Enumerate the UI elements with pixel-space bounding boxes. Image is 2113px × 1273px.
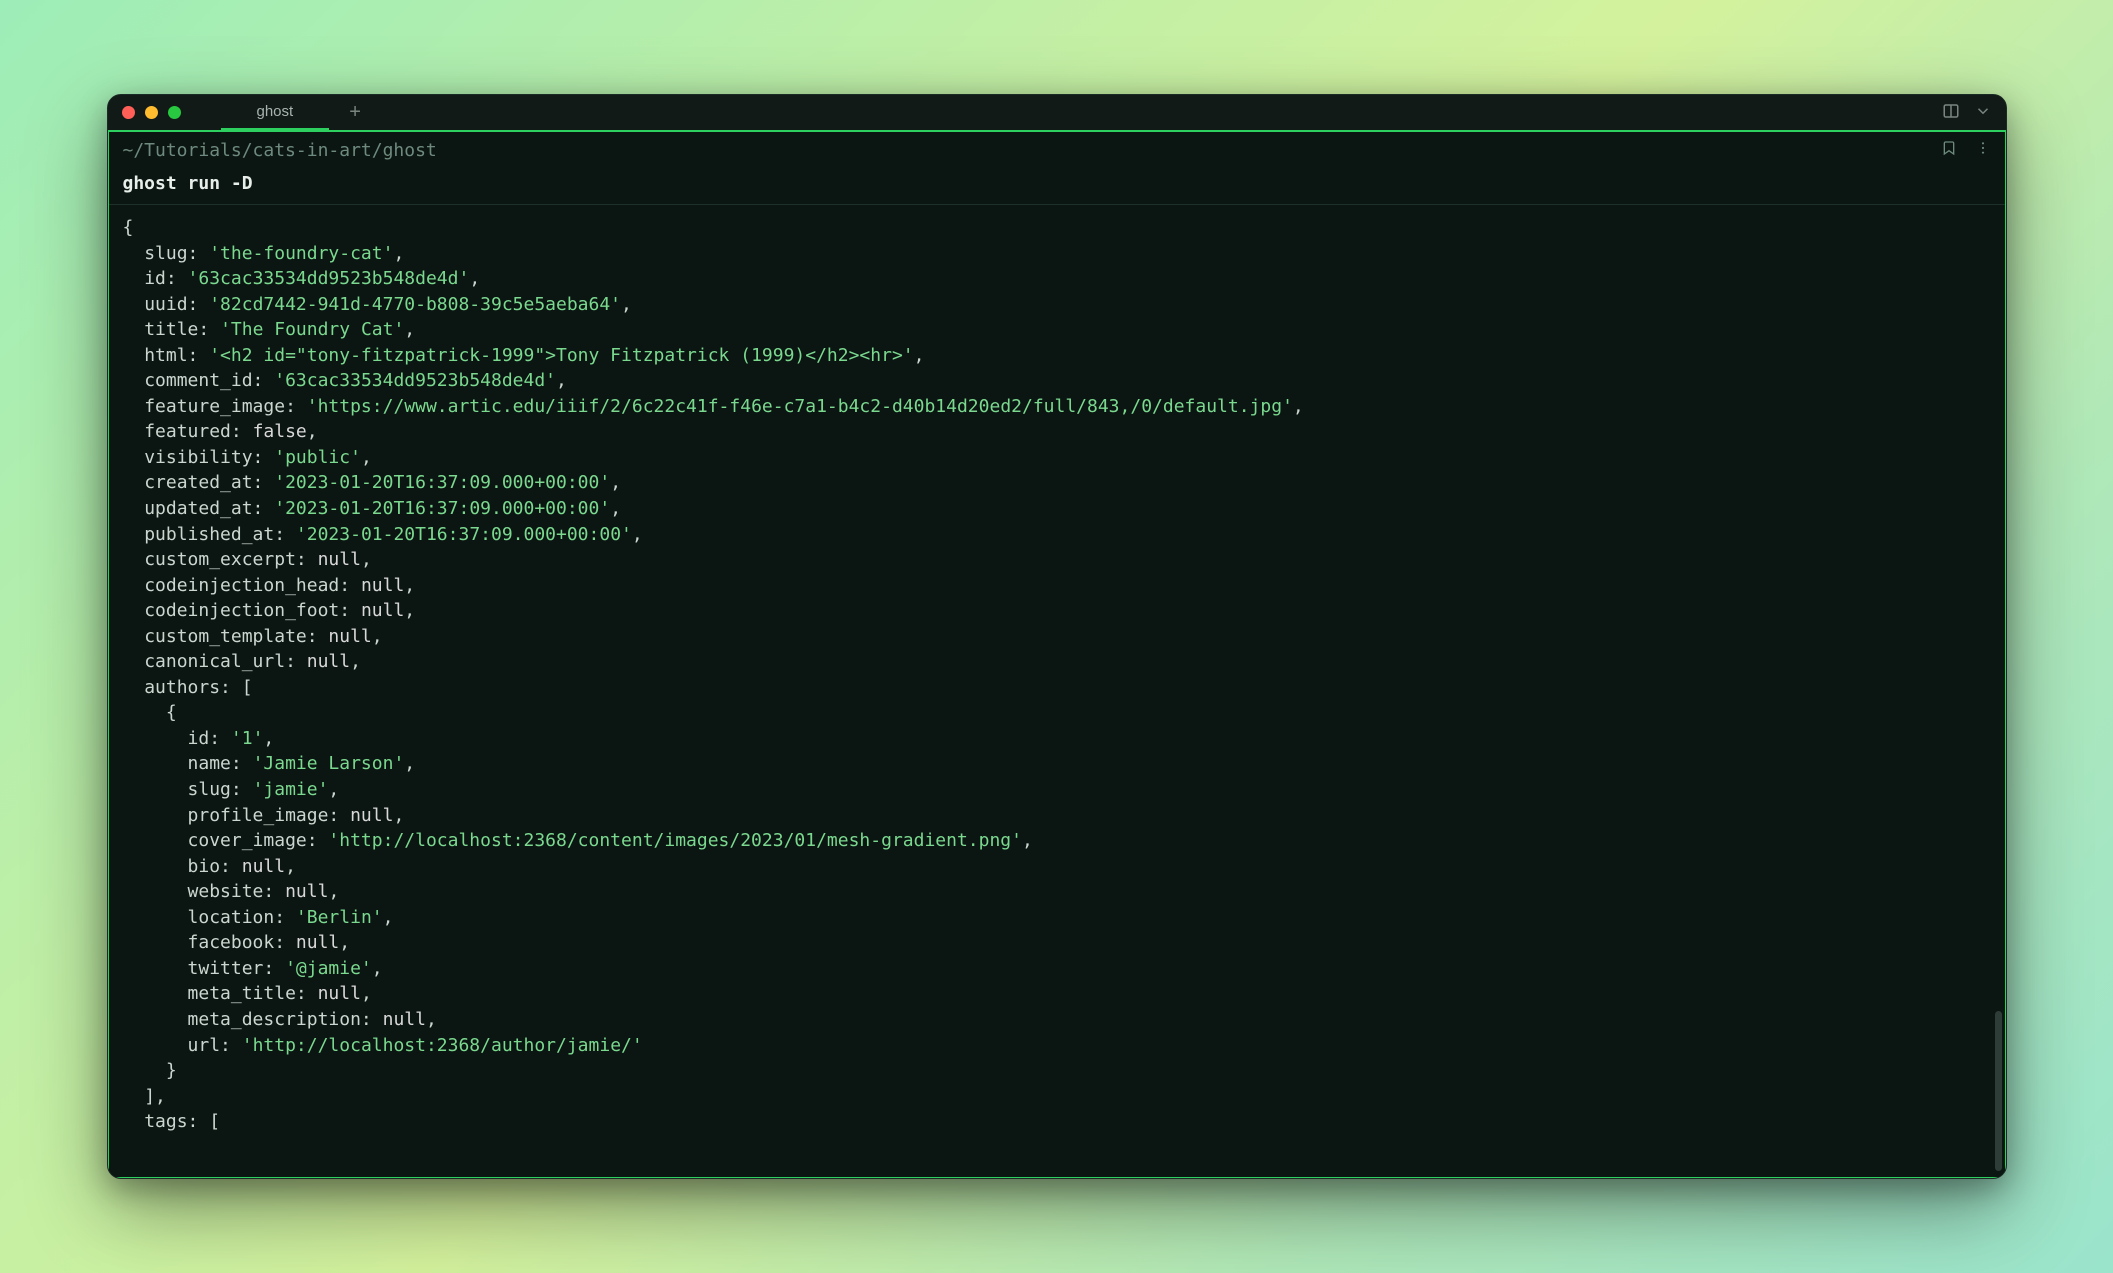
val-comment-id: '63cac33534dd9523b548de4d' [274, 370, 556, 391]
val-slug: 'the-foundry-cat' [209, 243, 393, 264]
key-facebook: facebook: [188, 932, 286, 953]
key-codeinjection-head: codeinjection_head: [144, 575, 350, 596]
val-feature-image: 'https://www.artic.edu/iiif/2/6c22c41f-f… [307, 396, 1293, 417]
key-author-name: name: [188, 753, 242, 774]
val-updated-at: '2023-01-20T16:37:09.000+00:00' [274, 498, 610, 519]
val-uuid: '82cd7442-941d-4770-b808-39c5e5aeba64' [209, 294, 621, 315]
key-title: title: [144, 319, 209, 340]
key-authors: authors: [ [144, 677, 252, 698]
val-id: '63cac33534dd9523b548de4d' [188, 268, 470, 289]
brace: { [123, 217, 134, 238]
key-location: location: [188, 907, 286, 928]
new-tab-button[interactable]: + [329, 101, 381, 124]
minimize-window-button[interactable] [145, 106, 158, 119]
val-null: null [318, 983, 361, 1004]
key-author-url: url: [188, 1035, 231, 1056]
chevron-down-icon[interactable] [1974, 102, 1992, 124]
brace: { [166, 702, 177, 723]
val-location: 'Berlin' [296, 907, 383, 928]
key-slug: slug: [144, 243, 198, 264]
val-null: null [285, 881, 328, 902]
val-author-url: 'http://localhost:2368/author/jamie/' [242, 1035, 643, 1056]
key-html: html: [144, 345, 198, 366]
val-null: null [383, 1009, 426, 1030]
key-comment-id: comment_id: [144, 370, 263, 391]
window-controls [122, 106, 181, 119]
val-published-at: '2023-01-20T16:37:09.000+00:00' [296, 524, 632, 545]
cwd-bar: ~/Tutorials/cats-in-art/ghost [109, 132, 2005, 169]
panels-icon[interactable] [1942, 102, 1960, 124]
val-cover-image: 'http://localhost:2368/content/images/20… [328, 830, 1022, 851]
val-null: null [350, 805, 393, 826]
more-icon[interactable] [1975, 140, 1991, 161]
key-twitter: twitter: [188, 958, 275, 979]
titlebar-actions [1942, 102, 1992, 124]
brace: } [166, 1060, 177, 1081]
key-cover-image: cover_image: [188, 830, 318, 851]
maximize-window-button[interactable] [168, 106, 181, 119]
command-line[interactable]: ghost run -D [109, 169, 2005, 205]
key-feature-image: feature_image: [144, 396, 296, 417]
cwd-path: ~/Tutorials/cats-in-art/ghost [123, 140, 437, 161]
terminal-content: ~/Tutorials/cats-in-art/ghost ghost run … [108, 131, 2006, 1178]
key-featured: featured: [144, 421, 242, 442]
bookmark-icon[interactable] [1941, 140, 1957, 161]
val-html: '<h2 id="tony-fitzpatrick-1999">Tony Fit… [209, 345, 913, 366]
key-bio: bio: [188, 856, 231, 877]
val-author-name: 'Jamie Larson' [253, 753, 405, 774]
terminal-output[interactable]: { slug: 'the-foundry-cat', id: '63cac335… [109, 205, 1995, 1177]
key-tags: tags: [ [144, 1111, 220, 1132]
val-visibility: 'public' [274, 447, 361, 468]
key-created-at: created_at: [144, 472, 263, 493]
key-meta-description: meta_description: [188, 1009, 372, 1030]
val-null: null [296, 932, 339, 953]
key-website: website: [188, 881, 275, 902]
tab-ghost[interactable]: ghost [221, 95, 330, 130]
val-null: null [328, 626, 371, 647]
key-custom-excerpt: custom_excerpt: [144, 549, 307, 570]
val-null: null [318, 549, 361, 570]
key-custom-template: custom_template: [144, 626, 317, 647]
close-window-button[interactable] [122, 106, 135, 119]
titlebar: ghost + [108, 95, 2006, 131]
val-author-slug: 'jamie' [253, 779, 329, 800]
val-null: null [307, 651, 350, 672]
val-author-id: '1' [231, 728, 264, 749]
key-author-id: id: [188, 728, 221, 749]
key-codeinjection-foot: codeinjection_foot: [144, 600, 350, 621]
val-twitter: '@jamie' [285, 958, 372, 979]
terminal-window: ghost + ~/Tutorials/cats-in-art/ghost [107, 94, 2007, 1179]
val-null: null [361, 600, 404, 621]
scrollbar[interactable] [1995, 1011, 2002, 1171]
key-published-at: published_at: [144, 524, 285, 545]
val-created-at: '2023-01-20T16:37:09.000+00:00' [274, 472, 610, 493]
key-canonical-url: canonical_url: [144, 651, 296, 672]
key-updated-at: updated_at: [144, 498, 263, 519]
authors-close: ], [144, 1086, 166, 1107]
key-uuid: uuid: [144, 294, 198, 315]
key-meta-title: meta_title: [188, 983, 307, 1004]
val-null: null [361, 575, 404, 596]
val-featured: false [253, 421, 307, 442]
key-author-slug: slug: [188, 779, 242, 800]
key-id: id: [144, 268, 177, 289]
key-profile-image: profile_image: [188, 805, 340, 826]
val-null: null [242, 856, 285, 877]
tab-bar: ghost + [221, 95, 381, 130]
key-visibility: visibility: [144, 447, 263, 468]
val-title: 'The Foundry Cat' [220, 319, 404, 340]
